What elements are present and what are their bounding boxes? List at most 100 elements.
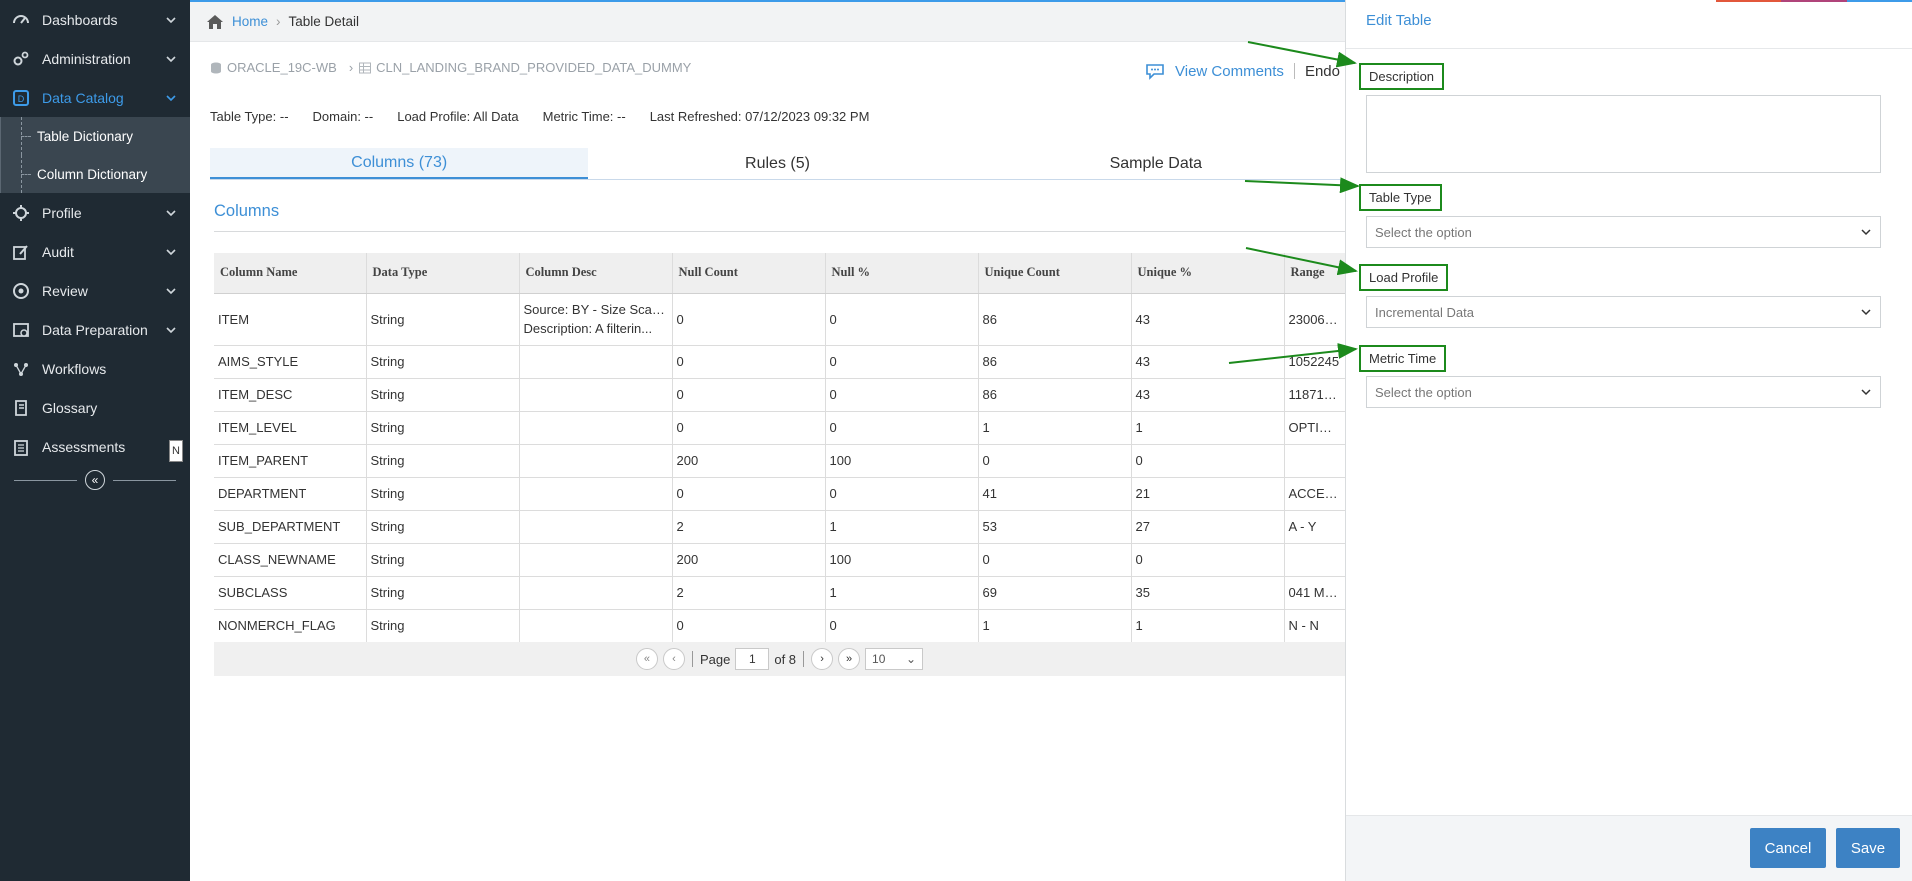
cell-column-name[interactable]: CLASS_NEWNAME bbox=[214, 543, 367, 577]
cell-column-name[interactable]: DEPARTMENT bbox=[214, 477, 367, 511]
sidebar-item-audit[interactable]: Audit bbox=[0, 232, 190, 271]
view-comments-link[interactable]: View Comments bbox=[1175, 63, 1284, 80]
cell-column-name[interactable]: ITEM bbox=[214, 293, 367, 346]
chevron-down-icon bbox=[164, 323, 178, 337]
sidebar-item-data-catalog[interactable]: D Data Catalog bbox=[0, 78, 190, 117]
cell-unique-pct: 43 bbox=[1131, 345, 1285, 379]
sidebar-subitem-table-dictionary[interactable]: Table Dictionary bbox=[0, 117, 190, 155]
cancel-button[interactable]: Cancel bbox=[1750, 828, 1826, 868]
sidebar-subitem-column-dictionary[interactable]: Column Dictionary bbox=[0, 155, 190, 193]
book-icon bbox=[12, 399, 30, 417]
desc-line: Source: BY - Size Scali... bbox=[523, 302, 668, 317]
cell-range: A - Y bbox=[1284, 510, 1346, 544]
sidebar-item-data-preparation[interactable]: Data Preparation bbox=[0, 310, 190, 349]
tab-rules[interactable]: Rules (5) bbox=[588, 148, 966, 179]
cell-data-type: String bbox=[366, 477, 520, 511]
header-unique-count[interactable]: Unique Count bbox=[978, 253, 1132, 294]
table-row[interactable]: ITEM_LEVEL String 0 0 1 1 OPTION - bbox=[214, 411, 1346, 445]
description-label: Description bbox=[1359, 63, 1445, 90]
header-null-count[interactable]: Null Count bbox=[672, 253, 826, 294]
cell-column-name[interactable]: NONMERCH_FLAG bbox=[214, 609, 367, 643]
cell-null-count: 0 bbox=[672, 378, 826, 412]
breadcrumb-separator: › bbox=[276, 14, 281, 29]
table-row[interactable]: ITEM_DESC String 0 0 86 43 11871298 bbox=[214, 378, 1346, 412]
cell-null-count: 0 bbox=[672, 345, 826, 379]
tab-columns[interactable]: Columns (73) bbox=[210, 148, 589, 179]
metric-time-label: Metric Time bbox=[1359, 345, 1447, 372]
collapse-sidebar-icon[interactable]: « bbox=[85, 470, 105, 490]
home-icon[interactable] bbox=[206, 14, 224, 30]
endorse-link[interactable]: Endo bbox=[1305, 63, 1340, 80]
section-title: Columns bbox=[214, 202, 280, 220]
header-data-type[interactable]: Data Type bbox=[366, 253, 520, 294]
cell-range: N - N bbox=[1284, 609, 1346, 643]
sidebar-item-profile[interactable]: Profile bbox=[0, 193, 190, 232]
table-row[interactable]: SUB_DEPARTMENT String 2 1 53 27 A - Y bbox=[214, 510, 1346, 544]
cell-column-name[interactable]: ITEM_DESC bbox=[214, 378, 367, 412]
sidebar-item-glossary[interactable]: Glossary bbox=[0, 388, 190, 427]
cell-unique-count: 0 bbox=[978, 543, 1132, 577]
table-row[interactable]: NONMERCH_FLAG String 0 0 1 1 N - N bbox=[214, 609, 1346, 643]
sidebar-item-dashboards[interactable]: Dashboards bbox=[0, 0, 190, 39]
chevron-down-icon bbox=[1860, 386, 1872, 398]
sidebar-item-label: Profile bbox=[42, 204, 82, 221]
description-textarea[interactable] bbox=[1366, 95, 1881, 173]
page-size-select[interactable]: 10 ⌄ bbox=[865, 648, 924, 670]
metric-time-select[interactable]: Select the option bbox=[1366, 376, 1881, 408]
cell-data-type: String bbox=[366, 576, 520, 610]
breadcrumb-home-link[interactable]: Home bbox=[232, 14, 268, 29]
panel-footer: Cancel Save bbox=[1346, 815, 1912, 881]
table-row[interactable]: ITEM String Source: BY - Size Scali... D… bbox=[214, 293, 1346, 346]
sidebar-item-administration[interactable]: Administration bbox=[0, 39, 190, 78]
cell-column-name[interactable]: AIMS_STYLE bbox=[214, 345, 367, 379]
chevron-down-icon bbox=[1860, 306, 1872, 318]
cell-column-name[interactable]: SUB_DEPARTMENT bbox=[214, 510, 367, 544]
last-page-icon[interactable]: » bbox=[838, 648, 861, 670]
cell-range bbox=[1284, 543, 1346, 577]
cell-column-desc bbox=[519, 345, 673, 379]
load-profile-select[interactable]: Incremental Data bbox=[1366, 296, 1881, 328]
cell-unique-count: 1 bbox=[978, 609, 1132, 643]
first-page-icon[interactable]: « bbox=[635, 648, 658, 670]
next-page-icon[interactable]: › bbox=[811, 648, 834, 670]
cell-unique-count: 86 bbox=[978, 293, 1132, 346]
cell-null-pct: 0 bbox=[825, 293, 979, 346]
tab-sample-data[interactable]: Sample Data bbox=[967, 148, 1345, 179]
cell-unique-count: 53 bbox=[978, 510, 1132, 544]
table-row[interactable]: CLASS_NEWNAME String 200 100 0 0 bbox=[214, 543, 1346, 577]
sidebar-item-workflows[interactable]: Workflows bbox=[0, 349, 190, 388]
cell-column-name[interactable]: SUBCLASS bbox=[214, 576, 367, 610]
chevron-down-icon bbox=[164, 91, 178, 105]
header-range[interactable]: Range bbox=[1284, 253, 1346, 294]
table-row[interactable]: ITEM_PARENT String 200 100 0 0 bbox=[214, 444, 1346, 478]
meta-table-type: Table Type: -- bbox=[210, 109, 289, 124]
sidebar-item-assessments[interactable]: Assessments bbox=[0, 427, 190, 466]
catalog-icon: D bbox=[12, 89, 30, 107]
header-null-pct[interactable]: Null % bbox=[825, 253, 979, 294]
cell-unique-count: 69 bbox=[978, 576, 1132, 610]
source-database[interactable]: ORACLE_19C-WB bbox=[227, 60, 337, 75]
cell-unique-pct: 27 bbox=[1131, 510, 1285, 544]
pagination: « ‹ Page 1 of 8 › » 10 ⌄ bbox=[214, 642, 1345, 676]
table-row[interactable]: DEPARTMENT String 0 0 41 21 ACCESSO bbox=[214, 477, 1346, 511]
header-column-desc[interactable]: Column Desc bbox=[519, 253, 673, 294]
header-unique-pct[interactable]: Unique % bbox=[1131, 253, 1285, 294]
prev-page-icon[interactable]: ‹ bbox=[662, 648, 685, 670]
divider bbox=[214, 231, 1345, 232]
table-type-select[interactable]: Select the option bbox=[1366, 216, 1881, 248]
table-row[interactable]: SUBCLASS String 2 1 69 35 041 MEN bbox=[214, 576, 1346, 610]
cell-unique-pct: 43 bbox=[1131, 378, 1285, 412]
page-number-input[interactable]: 1 bbox=[735, 648, 770, 670]
cell-column-desc bbox=[519, 510, 673, 544]
sidebar-item-review[interactable]: Review bbox=[0, 271, 190, 310]
cell-column-name[interactable]: ITEM_LEVEL bbox=[214, 411, 367, 445]
chevron-down-icon bbox=[164, 13, 178, 27]
cell-column-name[interactable]: ITEM_PARENT bbox=[214, 444, 367, 478]
path-separator: › bbox=[348, 60, 354, 75]
table-row[interactable]: AIMS_STYLE String 0 0 86 43 1052245 bbox=[214, 345, 1346, 379]
save-button[interactable]: Save bbox=[1836, 828, 1900, 868]
cell-null-pct: 100 bbox=[825, 444, 979, 478]
header-column-name[interactable]: Column Name bbox=[214, 253, 367, 294]
load-profile-label: Load Profile bbox=[1359, 264, 1449, 291]
comment-icon[interactable] bbox=[1145, 62, 1165, 80]
